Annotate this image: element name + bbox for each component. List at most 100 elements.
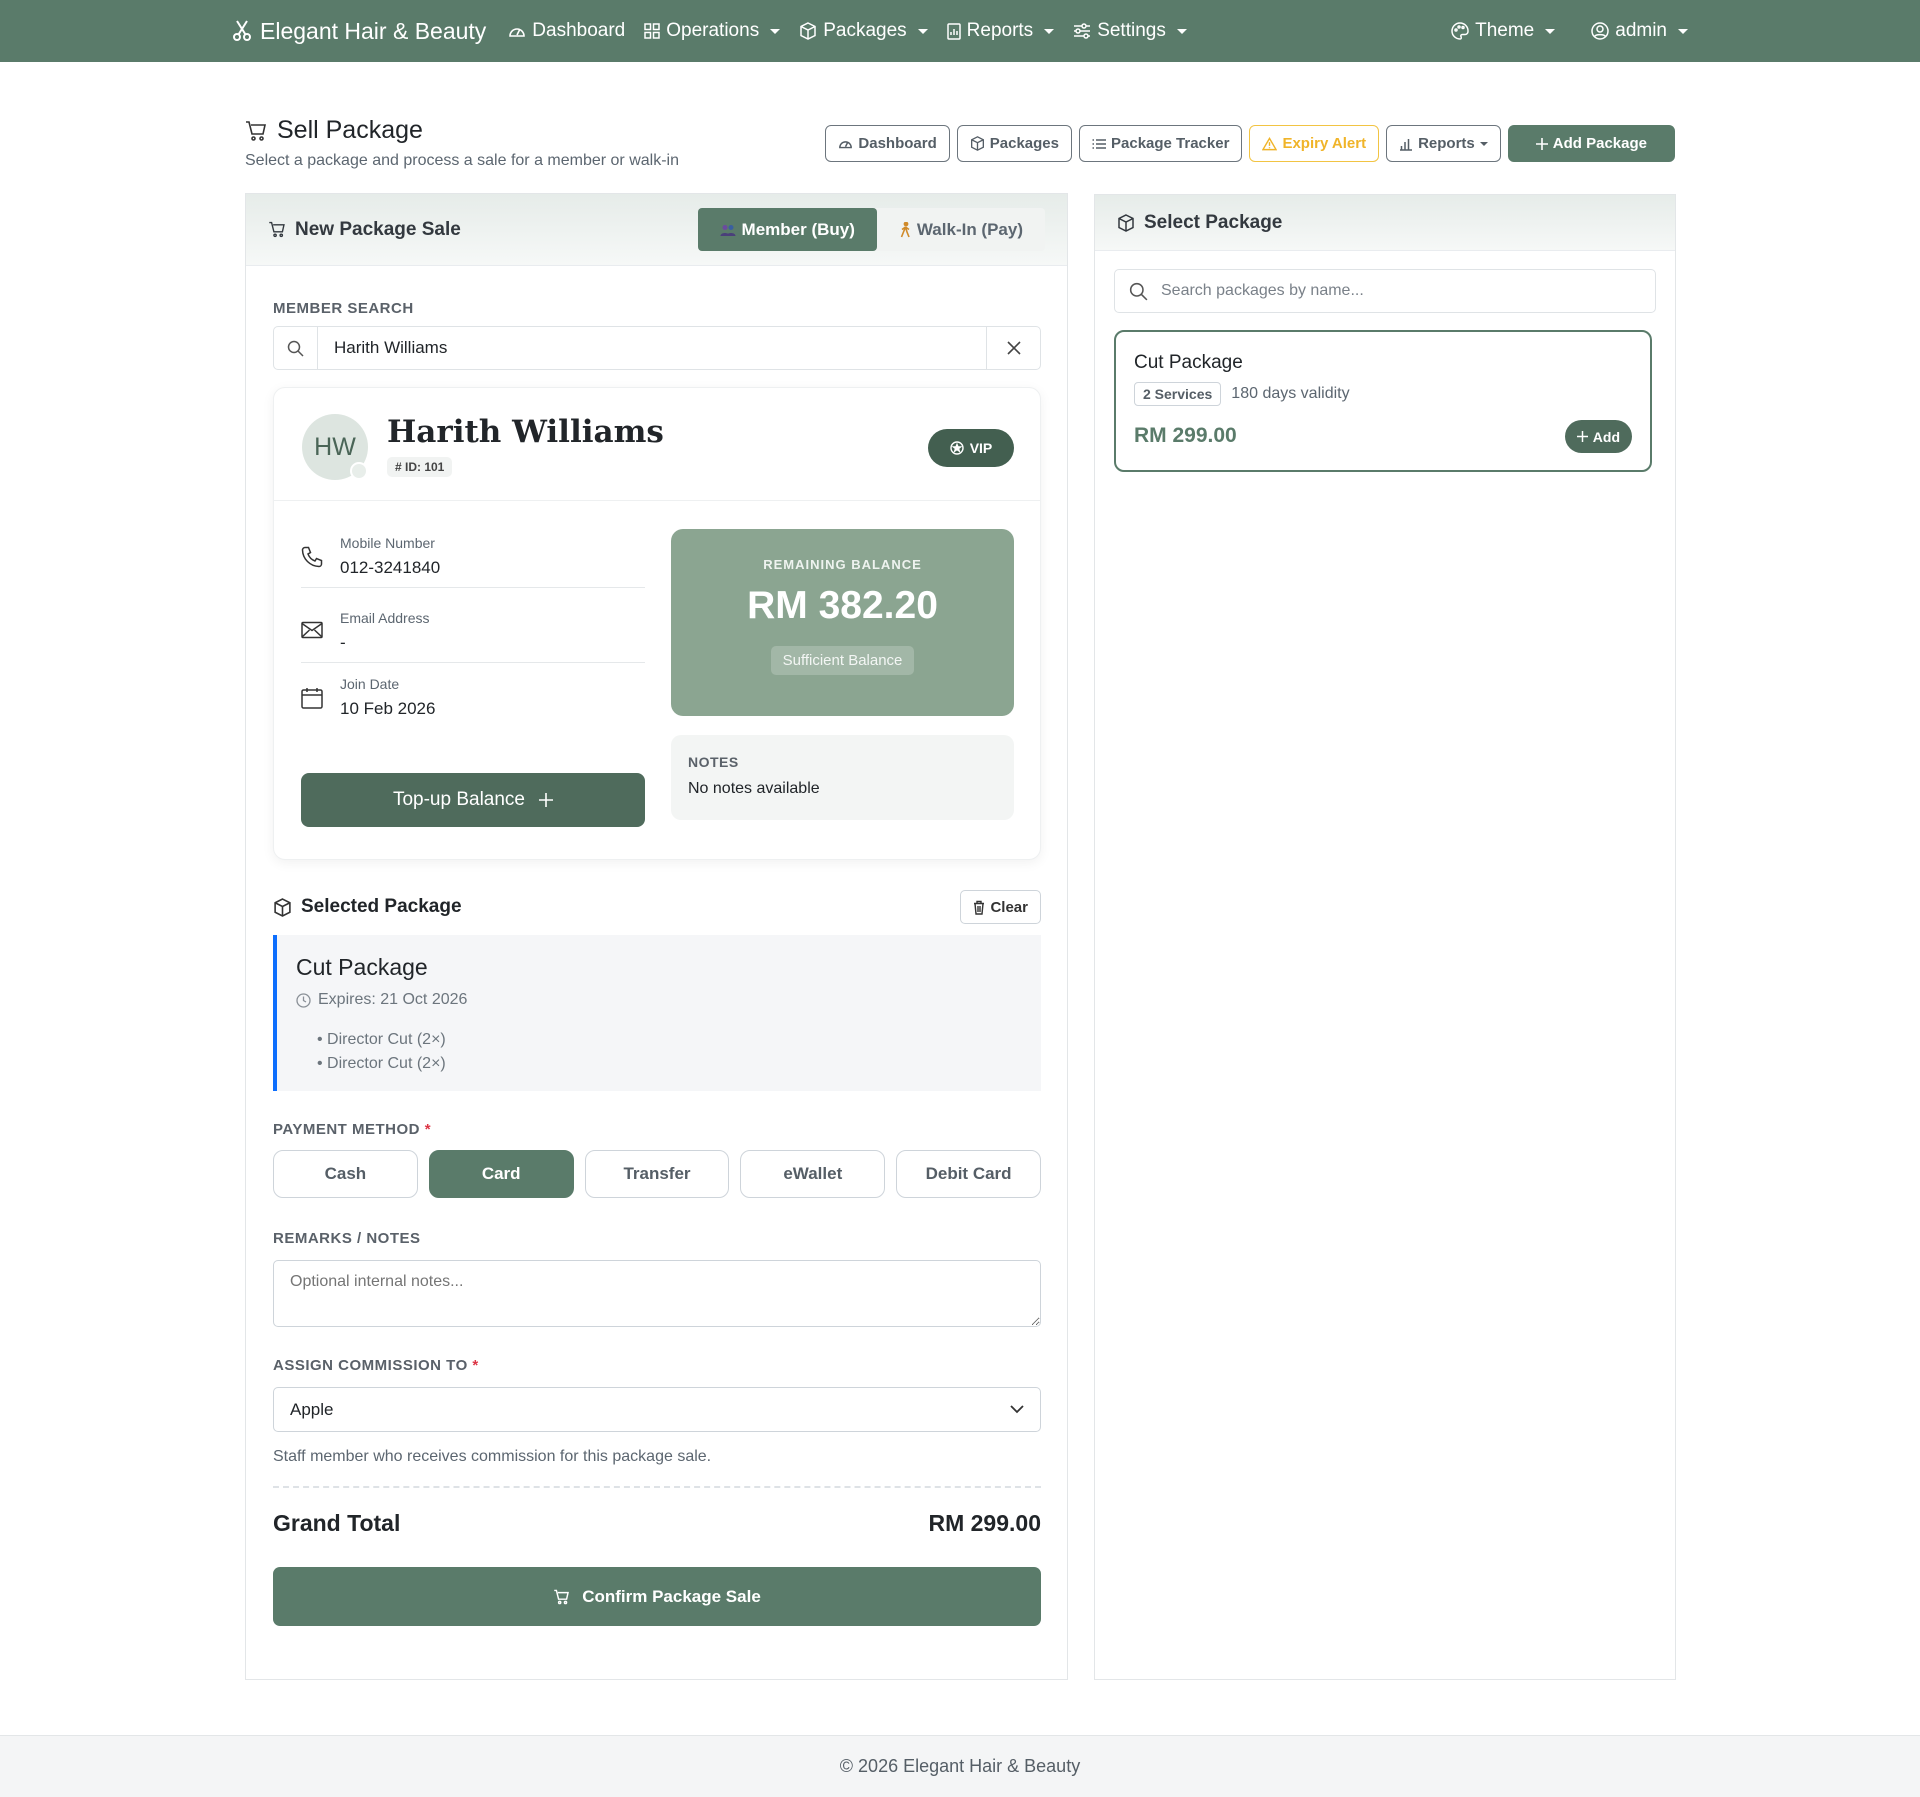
chevron-down-icon <box>917 28 928 34</box>
palette-icon <box>1451 22 1469 40</box>
avatar-initials: HW <box>314 432 356 461</box>
balance-label: Remaining Balance <box>763 557 922 572</box>
expiry-alert-button[interactable]: Expiry Alert <box>1249 125 1380 162</box>
remarks-textarea[interactable] <box>273 1260 1041 1327</box>
payment-transfer-button[interactable]: Transfer <box>584 1150 730 1198</box>
walk-in-pay-tab-label: Walk-In (Pay) <box>916 219 1023 239</box>
top-up-balance-button[interactable]: Top-up Balance <box>301 773 645 827</box>
balance-status-badge: Sufficient Balance <box>770 646 915 675</box>
selected-package-heading: Selected Package <box>273 896 462 918</box>
nav-packages[interactable]: Packages <box>799 20 928 42</box>
mobile-row: Mobile Number 012-3241840 <box>301 528 645 588</box>
page-toolbar: Dashboard Packages Package Tracker Expir… <box>825 125 1675 162</box>
brand[interactable]: Elegant Hair & Beauty <box>232 18 486 45</box>
divider <box>274 500 1040 501</box>
nav-reports-label: Reports <box>966 20 1034 41</box>
select-package-header: Select Package <box>1095 195 1675 251</box>
new-sale-title: New Package Sale <box>268 219 461 241</box>
package-item[interactable]: Cut Package 2 Services 180 days validity… <box>1114 330 1652 472</box>
confirm-package-sale-button[interactable]: Confirm Package Sale <box>273 1567 1041 1626</box>
avatar: HW <box>302 414 368 480</box>
package-meta: 2 Services 180 days validity <box>1134 382 1350 406</box>
chevron-down-icon <box>770 28 781 34</box>
clock-icon <box>296 992 311 1008</box>
join-date-value: 10 Feb 2026 <box>340 699 436 718</box>
package-search-placeholder: Search packages by name... <box>1161 282 1364 299</box>
add-package-item-label: Add <box>1592 428 1620 445</box>
nav-settings[interactable]: Settings <box>1073 20 1187 42</box>
email-value: - <box>340 633 346 652</box>
grand-total-label: Grand Total <box>273 1510 401 1536</box>
payment-card-button[interactable]: Card <box>428 1150 574 1198</box>
nav-reports[interactable]: Reports <box>946 20 1055 42</box>
nav-operations[interactable]: Operations <box>644 20 781 42</box>
package-validity: 180 days validity <box>1231 385 1350 402</box>
nav-operations-label: Operations <box>666 20 760 41</box>
chevron-down-icon <box>1010 1405 1024 1414</box>
speedometer-icon <box>508 23 526 39</box>
package-search-input[interactable]: Search packages by name... <box>1114 269 1656 313</box>
selected-package-name: Cut Package <box>296 954 428 980</box>
add-package-button-label: Add Package <box>1552 135 1647 152</box>
grand-total-value: RM 299.00 <box>928 1510 1041 1536</box>
nav-theme[interactable]: Theme <box>1451 20 1556 42</box>
package-tracker-button[interactable]: Package Tracker <box>1079 125 1243 162</box>
payment-ewallet-button[interactable]: eWallet <box>740 1150 886 1198</box>
package-tracker-button-label: Package Tracker <box>1111 135 1230 152</box>
member-search-input[interactable]: Harith Williams <box>318 327 986 369</box>
list-icon <box>1092 138 1106 150</box>
join-date-row: Join Date 10 Feb 2026 <box>301 669 645 729</box>
chevron-down-icon <box>1479 141 1488 146</box>
clear-button[interactable]: Clear <box>960 890 1041 924</box>
join-date-label: Join Date <box>340 676 400 692</box>
nav-user-label: admin <box>1615 20 1667 41</box>
box-icon <box>273 897 292 917</box>
box-icon <box>1117 213 1135 232</box>
close-icon[interactable] <box>986 327 1040 369</box>
select-package-card: Select Package Search packages by name..… <box>1094 194 1676 1680</box>
page-title: Sell Package <box>245 116 423 145</box>
selected-package-header: Selected Package Clear <box>273 889 1041 925</box>
plus-icon <box>1535 137 1548 150</box>
nav-dashboard[interactable]: Dashboard <box>508 20 625 42</box>
star-circle-icon <box>950 441 964 455</box>
vip-badge-label: VIP <box>969 440 993 456</box>
member-buy-tab-label: Member (Buy) <box>741 219 855 239</box>
divider <box>273 1486 1041 1488</box>
notes-box: Notes No notes available <box>671 735 1014 820</box>
packages-button-label: Packages <box>989 135 1059 152</box>
select-package-title-text: Select Package <box>1144 211 1283 233</box>
nav-settings-label: Settings <box>1097 20 1166 41</box>
warning-icon <box>1262 136 1278 151</box>
new-sale-card: New Package Sale Member (Buy) Walk-In (P… <box>245 193 1068 1680</box>
balance-value: RM 382.20 <box>747 584 938 627</box>
add-package-button[interactable]: Add Package <box>1507 125 1675 162</box>
calendar-icon <box>301 687 323 709</box>
new-sale-card-header: New Package Sale Member (Buy) Walk-In (P… <box>246 194 1067 266</box>
clear-button-label: Clear <box>990 898 1028 916</box>
payment-method-label: Payment Method * <box>273 1121 432 1138</box>
dashboard-button[interactable]: Dashboard <box>825 125 950 162</box>
vip-badge[interactable]: VIP <box>928 429 1014 467</box>
brand-name: Elegant Hair & Beauty <box>260 17 487 44</box>
commission-select[interactable]: Apple <box>273 1387 1041 1432</box>
payment-cash-button[interactable]: Cash <box>273 1150 418 1198</box>
nav-dashboard-label: Dashboard <box>532 20 626 41</box>
sliders-icon <box>1073 23 1091 39</box>
walking-person-icon <box>899 221 911 238</box>
add-package-item-button[interactable]: Add <box>1564 420 1632 453</box>
email-row: Email Address - <box>301 603 645 663</box>
reports-button[interactable]: Reports <box>1386 125 1501 162</box>
member-buy-tab[interactable]: Member (Buy) <box>697 208 877 251</box>
payment-debit-card-button[interactable]: Debit Card <box>896 1150 1041 1198</box>
notes-value: No notes available <box>688 780 820 797</box>
member-card: HW Harith Williams # ID: 101 VIP Mobile … <box>273 387 1041 860</box>
nav-user[interactable]: admin <box>1591 20 1688 42</box>
walk-in-pay-tab[interactable]: Walk-In (Pay) <box>877 208 1045 251</box>
package-price: RM 299.00 <box>1134 424 1237 447</box>
member-name: Harith Williams <box>387 414 664 450</box>
envelope-icon <box>301 621 323 639</box>
balance-card: Remaining Balance RM 382.20 Sufficient B… <box>671 529 1014 716</box>
report-icon <box>946 22 961 40</box>
packages-button[interactable]: Packages <box>956 125 1072 162</box>
